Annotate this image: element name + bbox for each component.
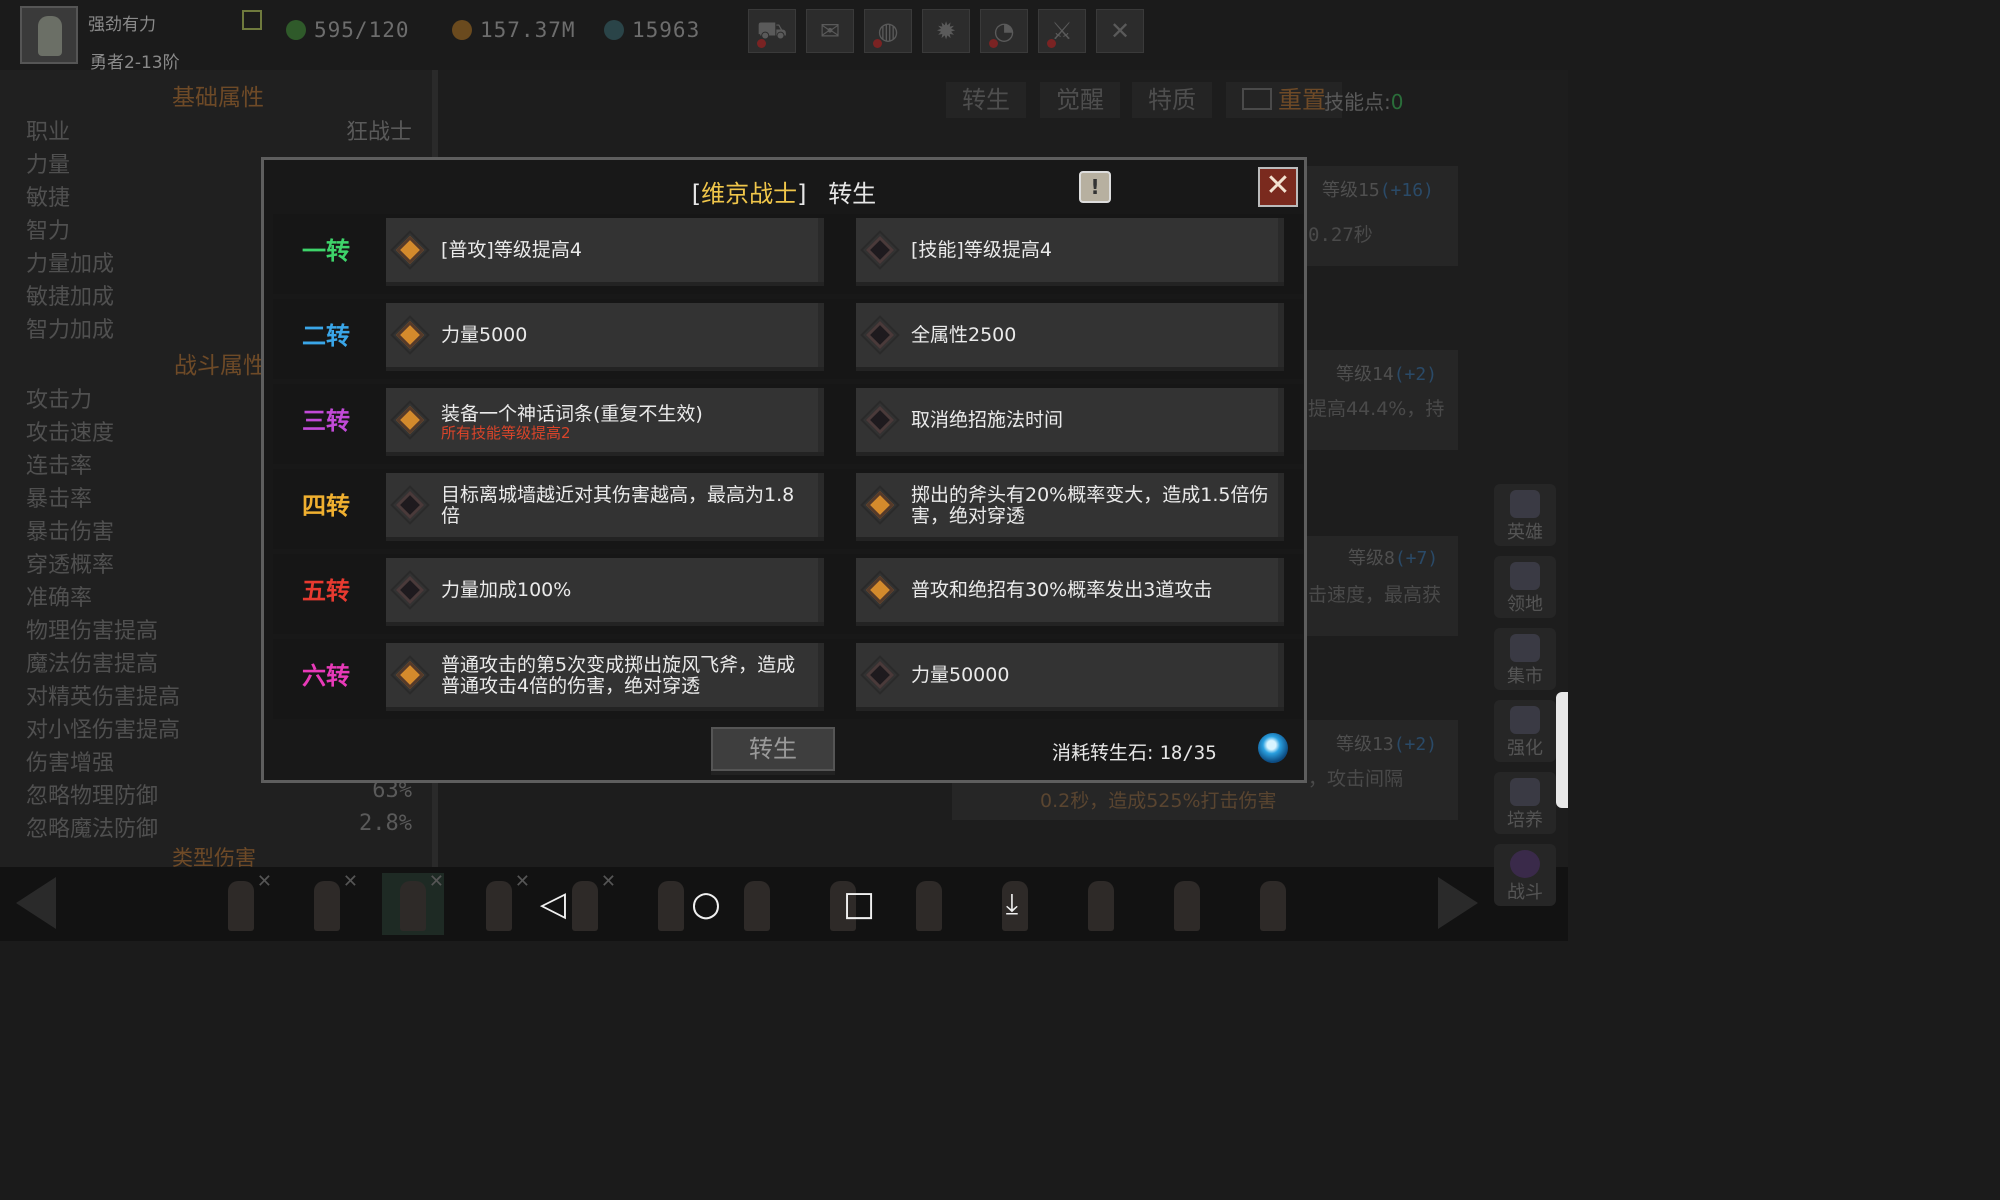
info-icon[interactable]: !: [1079, 171, 1111, 203]
diamond-icon: [395, 575, 425, 605]
tier-row-4: 四转 目标离城墙越近对其伤害越高，最高为1.8倍 掷出的斧头有20%概率变大，造…: [273, 469, 1303, 549]
diamond-icon: [395, 490, 425, 520]
option-text: 装备一个神话词条(重复不生效) 所有技能等级提高2: [441, 403, 813, 442]
option-text: 普通攻击的第5次变成掷出旋风飞斧，造成普通攻击4倍的伤害，绝对穿透: [441, 654, 796, 697]
tier-option-right[interactable]: [技能]等级提高4: [856, 218, 1284, 286]
option-subtext: 所有技能等级提高2: [441, 424, 571, 442]
side-nav-battle[interactable]: 战斗: [1494, 844, 1556, 906]
title-bracket: ]: [797, 180, 807, 208]
option-text: 力量50000: [911, 664, 1010, 686]
dialog-title: [维京战士] 转生: [264, 174, 1304, 209]
side-nav-label: 战斗: [1507, 882, 1543, 903]
cost-label: 消耗转生石:: [1052, 742, 1154, 764]
tier-option-left[interactable]: 装备一个神话词条(重复不生效) 所有技能等级提高2: [386, 388, 824, 456]
option-text: 全属性2500: [911, 324, 1017, 346]
option-text: [普攻]等级提高4: [441, 239, 582, 261]
option-text: 力量加成100%: [441, 579, 572, 601]
tier-row-2: 二转 力量5000 全属性2500: [273, 299, 1303, 379]
diamond-selected-icon: [865, 490, 895, 520]
tier-option-right[interactable]: 掷出的斧头有20%概率变大，造成1.5倍伤害，绝对穿透: [856, 473, 1284, 541]
tier-row-1: 一转 [普攻]等级提高4 [技能]等级提高4: [273, 214, 1303, 294]
title-bracket: [: [691, 180, 702, 208]
class-name: 维京战士: [701, 180, 798, 208]
tier-option-right[interactable]: 全属性2500: [856, 303, 1284, 371]
option-text: 目标离城墙越近对其伤害越高，最高为1.8倍: [441, 484, 795, 527]
diamond-icon: [865, 320, 895, 350]
diamond-selected-icon: [395, 660, 425, 690]
tier-row-5: 五转 力量加成100% 普攻和绝招有30%概率发出3道攻击: [273, 554, 1303, 634]
option-main-text: 装备一个神话词条(重复不生效): [441, 403, 703, 425]
tier-label: 一转: [302, 237, 350, 265]
rebirth-cost: 消耗转生石: 18/35: [1052, 738, 1217, 765]
tier-option-right[interactable]: 取消绝招施法时间: [856, 388, 1284, 456]
tier-option-left[interactable]: 力量5000: [386, 303, 824, 371]
option-text: 掷出的斧头有20%概率变大，造成1.5倍伤害，绝对穿透: [911, 484, 1269, 527]
tier-option-right[interactable]: 力量50000: [856, 643, 1284, 711]
diamond-selected-icon: [395, 405, 425, 435]
rebirth-stone-icon: [1258, 733, 1288, 763]
option-text: 普攻和绝招有30%概率发出3道攻击: [911, 579, 1213, 601]
tier-option-left[interactable]: 普通攻击的第5次变成掷出旋风飞斧，造成普通攻击4倍的伤害，绝对穿透: [386, 643, 824, 711]
diamond-icon: [865, 405, 895, 435]
option-text: [技能]等级提高4: [911, 239, 1052, 261]
option-text: 取消绝招施法时间: [911, 409, 1064, 431]
diamond-selected-icon: [395, 320, 425, 350]
cost-value: 18/35: [1159, 742, 1217, 764]
tier-row-6: 六转 普通攻击的第5次变成掷出旋风飞斧，造成普通攻击4倍的伤害，绝对穿透 力量5…: [273, 639, 1303, 719]
tier-row-3: 三转 装备一个神话词条(重复不生效) 所有技能等级提高2 取消绝招施法时间: [273, 384, 1303, 464]
tier-label: 三转: [302, 407, 350, 435]
diamond-icon: [865, 660, 895, 690]
tier-label: 二转: [302, 322, 350, 350]
diamond-selected-icon: [865, 575, 895, 605]
title-suffix: 转生: [828, 180, 877, 208]
diamond-selected-icon: [395, 235, 425, 265]
tier-option-left[interactable]: 目标离城墙越近对其伤害越高，最高为1.8倍: [386, 473, 824, 541]
tier-option-right[interactable]: 普攻和绝招有30%概率发出3道攻击: [856, 558, 1284, 626]
diamond-icon: [865, 235, 895, 265]
tier-label: 四转: [302, 492, 350, 520]
tier-option-left[interactable]: [普攻]等级提高4: [386, 218, 824, 286]
rebirth-button[interactable]: 转生: [711, 727, 835, 771]
battle-icon: [1510, 850, 1540, 878]
close-button[interactable]: ✕: [1258, 167, 1298, 207]
tier-label: 五转: [302, 577, 350, 605]
tier-option-left[interactable]: 力量加成100%: [386, 558, 824, 626]
rebirth-dialog: [维京战士] 转生 ! ✕ 一转 [普攻]等级提高4 [技能]等级提高4 二转 …: [261, 157, 1307, 783]
tier-label: 六转: [302, 662, 350, 690]
option-text: 力量5000: [441, 324, 528, 346]
